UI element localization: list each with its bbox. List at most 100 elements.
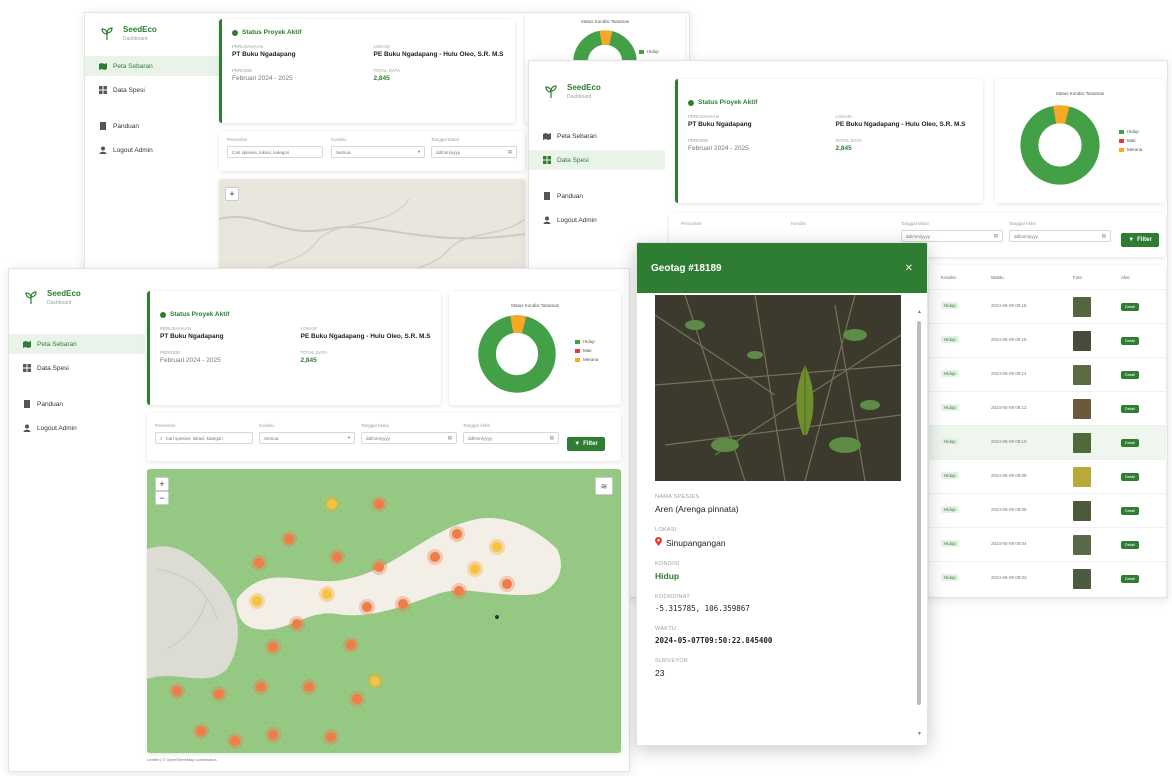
sidebar-item-panduan[interactable]: Panduan xyxy=(529,186,665,206)
table-row[interactable]: Hidup 2024-05-09 09:14 Detail xyxy=(929,357,1165,391)
map-marker[interactable] xyxy=(196,726,206,736)
search-input[interactable]: ⌕ Cari spesies, lokasi, kategori xyxy=(155,432,253,444)
scroll-down-icon[interactable]: ▼ xyxy=(917,731,922,737)
detail-button[interactable]: Detail xyxy=(1121,507,1139,515)
layers-button[interactable]: ≋ xyxy=(595,477,613,495)
from-date-input[interactable]: dd/mm/yyyy ▤ xyxy=(361,432,457,444)
row-thumbnail[interactable] xyxy=(1073,297,1091,317)
detail-button[interactable]: Detail xyxy=(1121,473,1139,481)
map-marker[interactable] xyxy=(292,619,302,629)
table-row[interactable]: Hidup 2024-05-09 09:02 Detail xyxy=(929,561,1165,595)
from-label: Tanggal Mulai xyxy=(901,221,929,226)
from-date-input[interactable]: dd/mm/yyyy ▤ xyxy=(901,230,1003,242)
from-date-input[interactable]: dd/mm/yyyy ▤ xyxy=(431,146,517,158)
map-marker[interactable] xyxy=(362,602,372,612)
map-marker[interactable] xyxy=(214,689,224,699)
detail-button[interactable]: Detail xyxy=(1121,371,1139,379)
map-marker[interactable] xyxy=(268,642,278,652)
map-marker[interactable] xyxy=(172,686,182,696)
map-marker[interactable] xyxy=(502,579,512,589)
detail-button[interactable]: Detail xyxy=(1121,337,1139,345)
map-marker[interactable] xyxy=(454,586,464,596)
location-label: LOKASI xyxy=(373,44,390,49)
location-label: LOKASI xyxy=(655,527,677,533)
map-marker[interactable] xyxy=(346,640,356,650)
row-thumbnail[interactable] xyxy=(1073,501,1091,521)
map-marker[interactable] xyxy=(304,682,314,692)
map-marker[interactable] xyxy=(268,730,278,740)
sidebar-item-data[interactable]: Data Spesi xyxy=(85,80,221,100)
coords-value: -5.315785, 106.359867 xyxy=(655,604,750,613)
zoom-out-button[interactable]: − xyxy=(155,491,169,505)
scroll-up-icon[interactable]: ▲ xyxy=(917,309,922,315)
map-marker[interactable] xyxy=(254,558,264,568)
row-thumbnail[interactable] xyxy=(1073,535,1091,555)
calendar-icon: ▤ xyxy=(507,149,512,154)
map-marker[interactable] xyxy=(370,676,380,686)
map-marker[interactable] xyxy=(452,529,462,539)
map-marker[interactable] xyxy=(322,589,332,599)
table-row[interactable]: Hidup 2024-05-09 09:06 Detail xyxy=(929,493,1165,527)
row-thumbnail[interactable] xyxy=(1073,399,1091,419)
project-title: Status Proyek Aktif xyxy=(170,311,230,318)
status-select[interactable]: Semua ▾ xyxy=(331,146,425,158)
map-marker[interactable] xyxy=(230,736,240,746)
detail-button[interactable]: Detail xyxy=(1121,439,1139,447)
sidebar-item-data[interactable]: Data Spesi xyxy=(529,150,665,170)
sidebar-item-logout[interactable]: Logout Admin xyxy=(9,418,145,438)
filter-button[interactable]: ▼ Filter xyxy=(567,437,605,451)
zoom-in-button[interactable]: + xyxy=(225,187,239,201)
table-row[interactable]: Hidup 2024-05-09 09:18 Detail xyxy=(929,289,1165,323)
table-row[interactable]: Hidup 2024-05-09 09:12 Detail xyxy=(929,391,1165,425)
map-marker[interactable] xyxy=(492,542,502,552)
close-icon[interactable]: ✕ xyxy=(905,263,913,274)
map-marker[interactable] xyxy=(374,499,384,509)
map-area[interactable]: + xyxy=(219,179,525,279)
sidebar-item-logout[interactable]: Logout Admin xyxy=(529,210,665,230)
map-marker[interactable] xyxy=(252,596,262,606)
map-marker[interactable] xyxy=(352,694,362,704)
detail-button[interactable]: Detail xyxy=(1121,303,1139,311)
table-row[interactable]: Hidup 2024-05-09 09:10 Detail xyxy=(929,425,1165,459)
search-label: Pencarian xyxy=(681,221,702,226)
sidebar-item-panduan[interactable]: Panduan xyxy=(9,394,145,414)
sidebar-item-peta[interactable]: Peta Sebaran xyxy=(85,56,221,76)
table-row[interactable]: Hidup 2024-05-09 09:08 Detail xyxy=(929,459,1165,493)
filter-button[interactable]: ▼ Filter xyxy=(1121,233,1159,247)
map-marker[interactable] xyxy=(398,599,408,609)
map-marker[interactable] xyxy=(327,499,337,509)
to-date-input[interactable]: dd/mm/yyyy ▤ xyxy=(1009,230,1111,242)
row-thumbnail[interactable] xyxy=(1073,365,1091,385)
map-marker[interactable] xyxy=(430,552,440,562)
map-marker[interactable] xyxy=(256,682,266,692)
sidebar-item-peta[interactable]: Peta Sebaran xyxy=(529,126,665,146)
sidebar-item-peta[interactable]: Peta Sebaran xyxy=(9,334,145,354)
table-row[interactable]: Hidup 2024-05-09 09:16 Detail xyxy=(929,323,1165,357)
sidebar-item-logout[interactable]: Logout Admin xyxy=(85,140,221,160)
user-location-icon xyxy=(495,615,499,619)
sidebar-item-panduan[interactable]: Panduan xyxy=(85,116,221,136)
map-marker[interactable] xyxy=(326,732,336,742)
row-thumbnail[interactable] xyxy=(1073,569,1091,589)
map-marker[interactable] xyxy=(374,562,384,572)
detail-button[interactable]: Detail xyxy=(1121,575,1139,583)
zoom-in-button[interactable]: + xyxy=(155,477,169,491)
detail-button[interactable]: Detail xyxy=(1121,405,1139,413)
user-icon xyxy=(23,424,31,432)
status-select[interactable]: Semua ▾ xyxy=(259,432,355,444)
map-marker[interactable] xyxy=(470,564,480,574)
modal-scrollbar[interactable] xyxy=(917,321,921,705)
sidebar-item-data[interactable]: Data Spesi xyxy=(9,358,145,378)
row-thumbnail[interactable] xyxy=(1073,331,1091,351)
row-thumbnail[interactable] xyxy=(1073,433,1091,453)
search-input[interactable]: Cari spesies, lokasi, kategori xyxy=(227,146,323,158)
detail-button[interactable]: Detail xyxy=(1121,541,1139,549)
map-area[interactable]: + − ≋ xyxy=(147,469,621,753)
map-marker[interactable] xyxy=(332,552,342,562)
to-date-input[interactable]: dd/mm/yyyy ▤ xyxy=(463,432,559,444)
date-label: PERIODE xyxy=(160,349,181,355)
map-marker[interactable] xyxy=(284,534,294,544)
row-thumbnail[interactable] xyxy=(1073,467,1091,487)
table-row[interactable]: Hidup 2024-05-09 09:04 Detail xyxy=(929,527,1165,561)
status-dot-icon xyxy=(160,311,166,318)
